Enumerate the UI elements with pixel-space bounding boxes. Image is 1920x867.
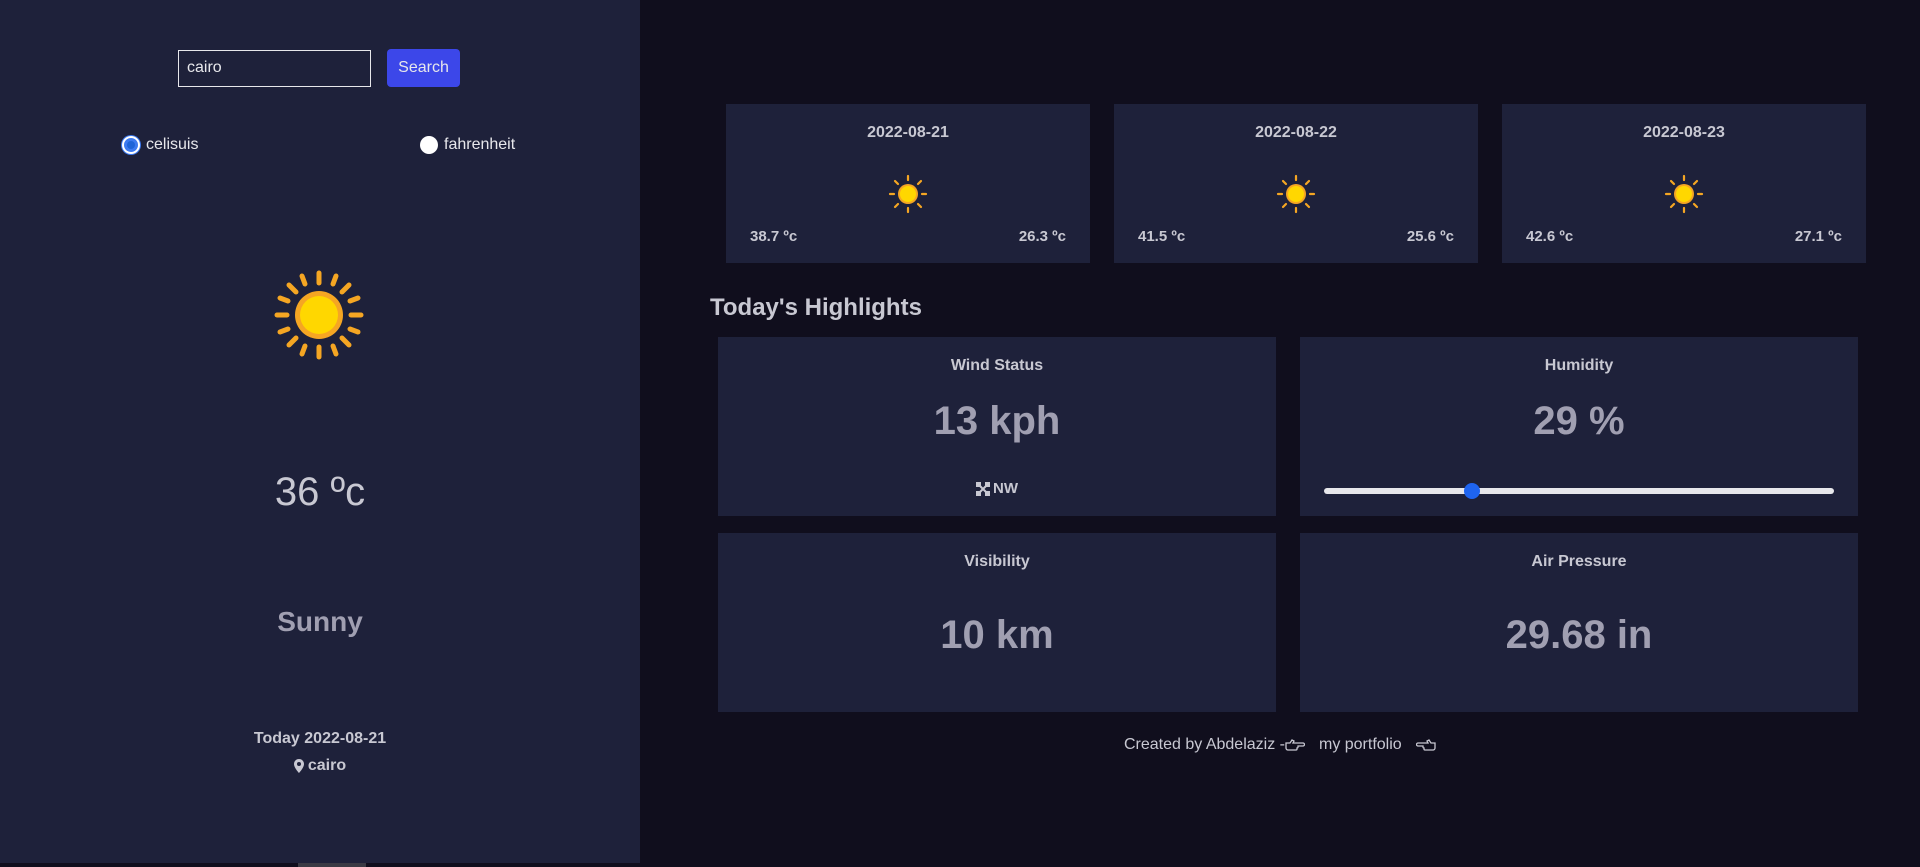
hand-pointing-left-icon bbox=[1415, 739, 1436, 751]
footer: Created by Abdelaziz - my portfolio bbox=[1124, 736, 1436, 754]
search-input[interactable] bbox=[178, 49, 371, 87]
humidity-value: 29 % bbox=[1533, 399, 1625, 443]
footer-credit: Created by Abdelaziz - bbox=[1124, 736, 1285, 753]
visibility-card: Visibility 10 km bbox=[718, 533, 1276, 712]
humidity-slider[interactable] bbox=[1324, 483, 1834, 499]
sun-icon bbox=[274, 270, 364, 360]
sun-icon bbox=[1276, 174, 1316, 214]
wind-status-card: Wind Status 13 kph NW bbox=[718, 337, 1276, 516]
forecast-max-temp: 38.7 ºc bbox=[750, 228, 798, 245]
air-pressure-card: Air Pressure 29.68 in bbox=[1300, 533, 1858, 712]
forecast-min-temp: 25.6 ºc bbox=[1406, 228, 1454, 245]
fahrenheit-option[interactable]: fahrenheit bbox=[420, 136, 515, 154]
humidity-label: Humidity bbox=[1544, 357, 1614, 374]
fahrenheit-radio[interactable] bbox=[420, 136, 438, 154]
air-pressure-label: Air Pressure bbox=[1531, 553, 1627, 570]
celsius-option[interactable]: celisuis bbox=[122, 136, 198, 154]
sun-icon bbox=[888, 174, 928, 214]
current-temperature: 36 ºc bbox=[274, 470, 366, 514]
humidity-card: Humidity 29 % bbox=[1300, 337, 1858, 516]
scrollbar-thumb[interactable] bbox=[298, 863, 366, 867]
celsius-radio[interactable] bbox=[122, 136, 140, 154]
search-row: Search bbox=[178, 49, 460, 87]
forecast-date: 2022-08-23 bbox=[1643, 124, 1725, 141]
hand-pointing-right-icon bbox=[1285, 739, 1305, 751]
humidity-slider-thumb[interactable] bbox=[1463, 483, 1480, 499]
visibility-label: Visibility bbox=[964, 553, 1030, 570]
sun-icon bbox=[1664, 174, 1704, 214]
forecast-card: 2022-08-21 38.7 ºc 26.3 ºc bbox=[726, 104, 1090, 263]
forecast-min-temp: 26.3 ºc bbox=[1018, 228, 1066, 245]
weather-condition: Sunny bbox=[277, 606, 363, 637]
current-date: Today 2022-08-21 bbox=[253, 730, 387, 747]
air-pressure-value: 29.68 in bbox=[1505, 613, 1653, 657]
forecast-min-temp: 27.1 ºc bbox=[1794, 228, 1842, 245]
forecast-card: 2022-08-23 42.6 ºc 27.1 ºc bbox=[1502, 104, 1866, 263]
search-button[interactable]: Search bbox=[387, 49, 460, 87]
forecast-max-temp: 42.6 ºc bbox=[1526, 228, 1574, 245]
location-label: cairo bbox=[307, 757, 347, 774]
celsius-label: celisuis bbox=[146, 136, 199, 153]
portfolio-link[interactable]: my portfolio bbox=[1319, 736, 1402, 754]
wind-status-label: Wind Status bbox=[950, 357, 1044, 374]
forecast-date: 2022-08-22 bbox=[1255, 124, 1337, 141]
wind-direction-label: NW bbox=[993, 480, 1018, 497]
wind-direction: NW bbox=[718, 480, 1276, 497]
sidebar: Search celisuis fahrenheit bbox=[0, 0, 640, 863]
wind-direction-icon bbox=[976, 481, 990, 496]
current-location: cairo bbox=[0, 757, 640, 775]
forecast-date: 2022-08-21 bbox=[867, 124, 949, 141]
fahrenheit-label: fahrenheit bbox=[444, 136, 516, 153]
highlights-title: Today's Highlights bbox=[710, 294, 922, 321]
visibility-value: 10 km bbox=[940, 613, 1054, 657]
forecast-card: 2022-08-22 41.5 ºc 25.6 ºc bbox=[1114, 104, 1478, 263]
wind-speed-value: 13 kph bbox=[933, 399, 1061, 443]
map-marker-icon bbox=[293, 759, 304, 773]
forecast-max-temp: 41.5 ºc bbox=[1138, 228, 1186, 245]
